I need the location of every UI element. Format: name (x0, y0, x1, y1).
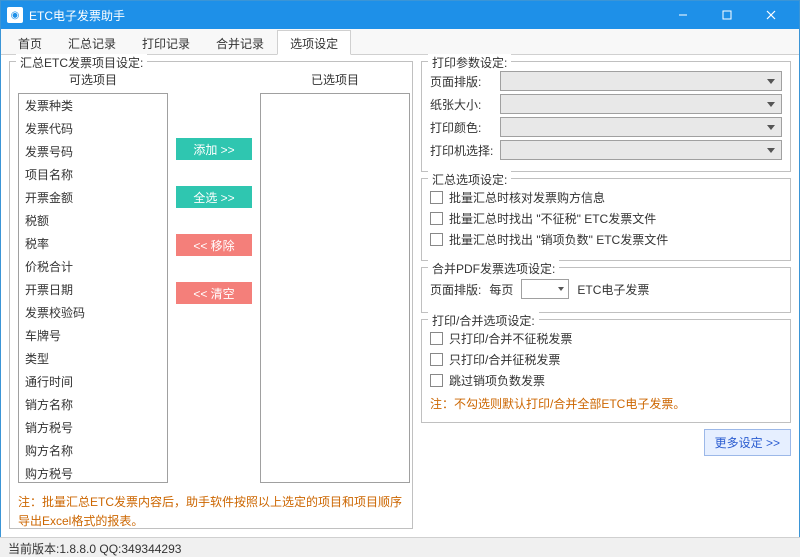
selected-listbox[interactable] (260, 93, 410, 483)
checkbox-verify-buyer[interactable] (430, 191, 443, 204)
tab-4[interactable]: 选项设定 (277, 30, 351, 55)
list-item[interactable]: 购方名称 (19, 439, 167, 462)
list-item[interactable]: 发票校验码 (19, 301, 167, 324)
available-listbox[interactable]: 发票种类发票代码发票号码项目名称开票金额税额税率价税合计开票日期发票校验码车牌号… (18, 93, 168, 483)
chk3-label: 批量汇总时找出 "销项负数" ETC发票文件 (449, 231, 668, 248)
paper-combo[interactable] (500, 94, 782, 114)
list-item[interactable]: 税率 (19, 232, 167, 255)
list-item[interactable]: 类型 (19, 347, 167, 370)
chk1-label: 批量汇总时核对发票购方信息 (449, 189, 605, 206)
merge-pdf-legend: 合并PDF发票选项设定: (428, 260, 559, 277)
checkbox-only-notax[interactable] (430, 332, 443, 345)
selected-header: 已选项目 (260, 68, 410, 93)
statusbar: 当前版本:1.8.8.0 QQ:349344293 (0, 537, 800, 557)
printer-combo[interactable] (500, 140, 782, 160)
summary-opts-legend: 汇总选项设定: (428, 171, 511, 188)
list-item[interactable]: 发票种类 (19, 94, 167, 117)
list-item[interactable]: 销方名称 (19, 393, 167, 416)
list-item[interactable]: 销方税号 (19, 416, 167, 439)
chk2-label: 批量汇总时找出 "不征税" ETC发票文件 (449, 210, 656, 227)
close-button[interactable] (749, 1, 793, 29)
list-item[interactable]: 购方税号 (19, 462, 167, 483)
print-params-legend: 打印参数设定: (428, 54, 511, 71)
list-item[interactable]: 发票代码 (19, 117, 167, 140)
pm-chk2-label: 只打印/合并征税发票 (449, 351, 560, 368)
remove-button[interactable]: << 移除 (176, 234, 252, 256)
list-item[interactable]: 开票金额 (19, 186, 167, 209)
printer-label: 打印机选择: (430, 142, 494, 159)
pdf-suffix-label: ETC电子发票 (577, 281, 649, 298)
avail-header: 可选项目 (18, 68, 168, 93)
pm-chk3-label: 跳过销项负数发票 (449, 372, 545, 389)
print-merge-note: 注：不勾选则默认打印/合并全部ETC电子发票。 (430, 395, 782, 414)
checkbox-skip-negative[interactable] (430, 374, 443, 387)
app-icon: ◉ (7, 7, 23, 23)
add-button[interactable]: 添加 >> (176, 138, 252, 160)
print-merge-legend: 打印/合并选项设定: (428, 312, 539, 329)
tab-0[interactable]: 首页 (5, 30, 55, 55)
checkbox-only-tax[interactable] (430, 353, 443, 366)
maximize-button[interactable] (705, 1, 749, 29)
perpage-combo[interactable] (521, 279, 569, 299)
minimize-button[interactable] (661, 1, 705, 29)
checkbox-find-notax[interactable] (430, 212, 443, 225)
tab-1[interactable]: 汇总记录 (55, 30, 129, 55)
pm-chk1-label: 只打印/合并不征税发票 (449, 330, 572, 347)
color-label: 打印颜色: (430, 119, 494, 136)
select-all-button[interactable]: 全选 >> (176, 186, 252, 208)
paper-label: 纸张大小: (430, 96, 494, 113)
pdf-perpage-label: 每页 (489, 281, 513, 298)
list-item[interactable]: 通行时间 (19, 370, 167, 393)
list-item[interactable]: 开票日期 (19, 278, 167, 301)
list-item[interactable]: 发票号码 (19, 140, 167, 163)
tab-3[interactable]: 合并记录 (203, 30, 277, 55)
clear-button[interactable]: << 清空 (176, 282, 252, 304)
pdf-layout-label: 页面排版: (430, 281, 481, 298)
list-item[interactable]: 税额 (19, 209, 167, 232)
checkbox-find-negative[interactable] (430, 233, 443, 246)
list-item[interactable]: 价税合计 (19, 255, 167, 278)
color-combo[interactable] (500, 117, 782, 137)
summary-project-legend: 汇总ETC发票项目设定: (16, 54, 147, 71)
summary-note: 注：批量汇总ETC发票内容后，助手软件按照以上选定的项目和项目顺序导出Excel… (18, 493, 404, 531)
tab-2[interactable]: 打印记录 (129, 30, 203, 55)
list-item[interactable]: 车牌号 (19, 324, 167, 347)
window-title: ETC电子发票助手 (29, 7, 661, 24)
layout-combo[interactable] (500, 71, 782, 91)
layout-label: 页面排版: (430, 73, 494, 90)
more-settings-button[interactable]: 更多设定 >> (704, 429, 791, 456)
list-item[interactable]: 项目名称 (19, 163, 167, 186)
